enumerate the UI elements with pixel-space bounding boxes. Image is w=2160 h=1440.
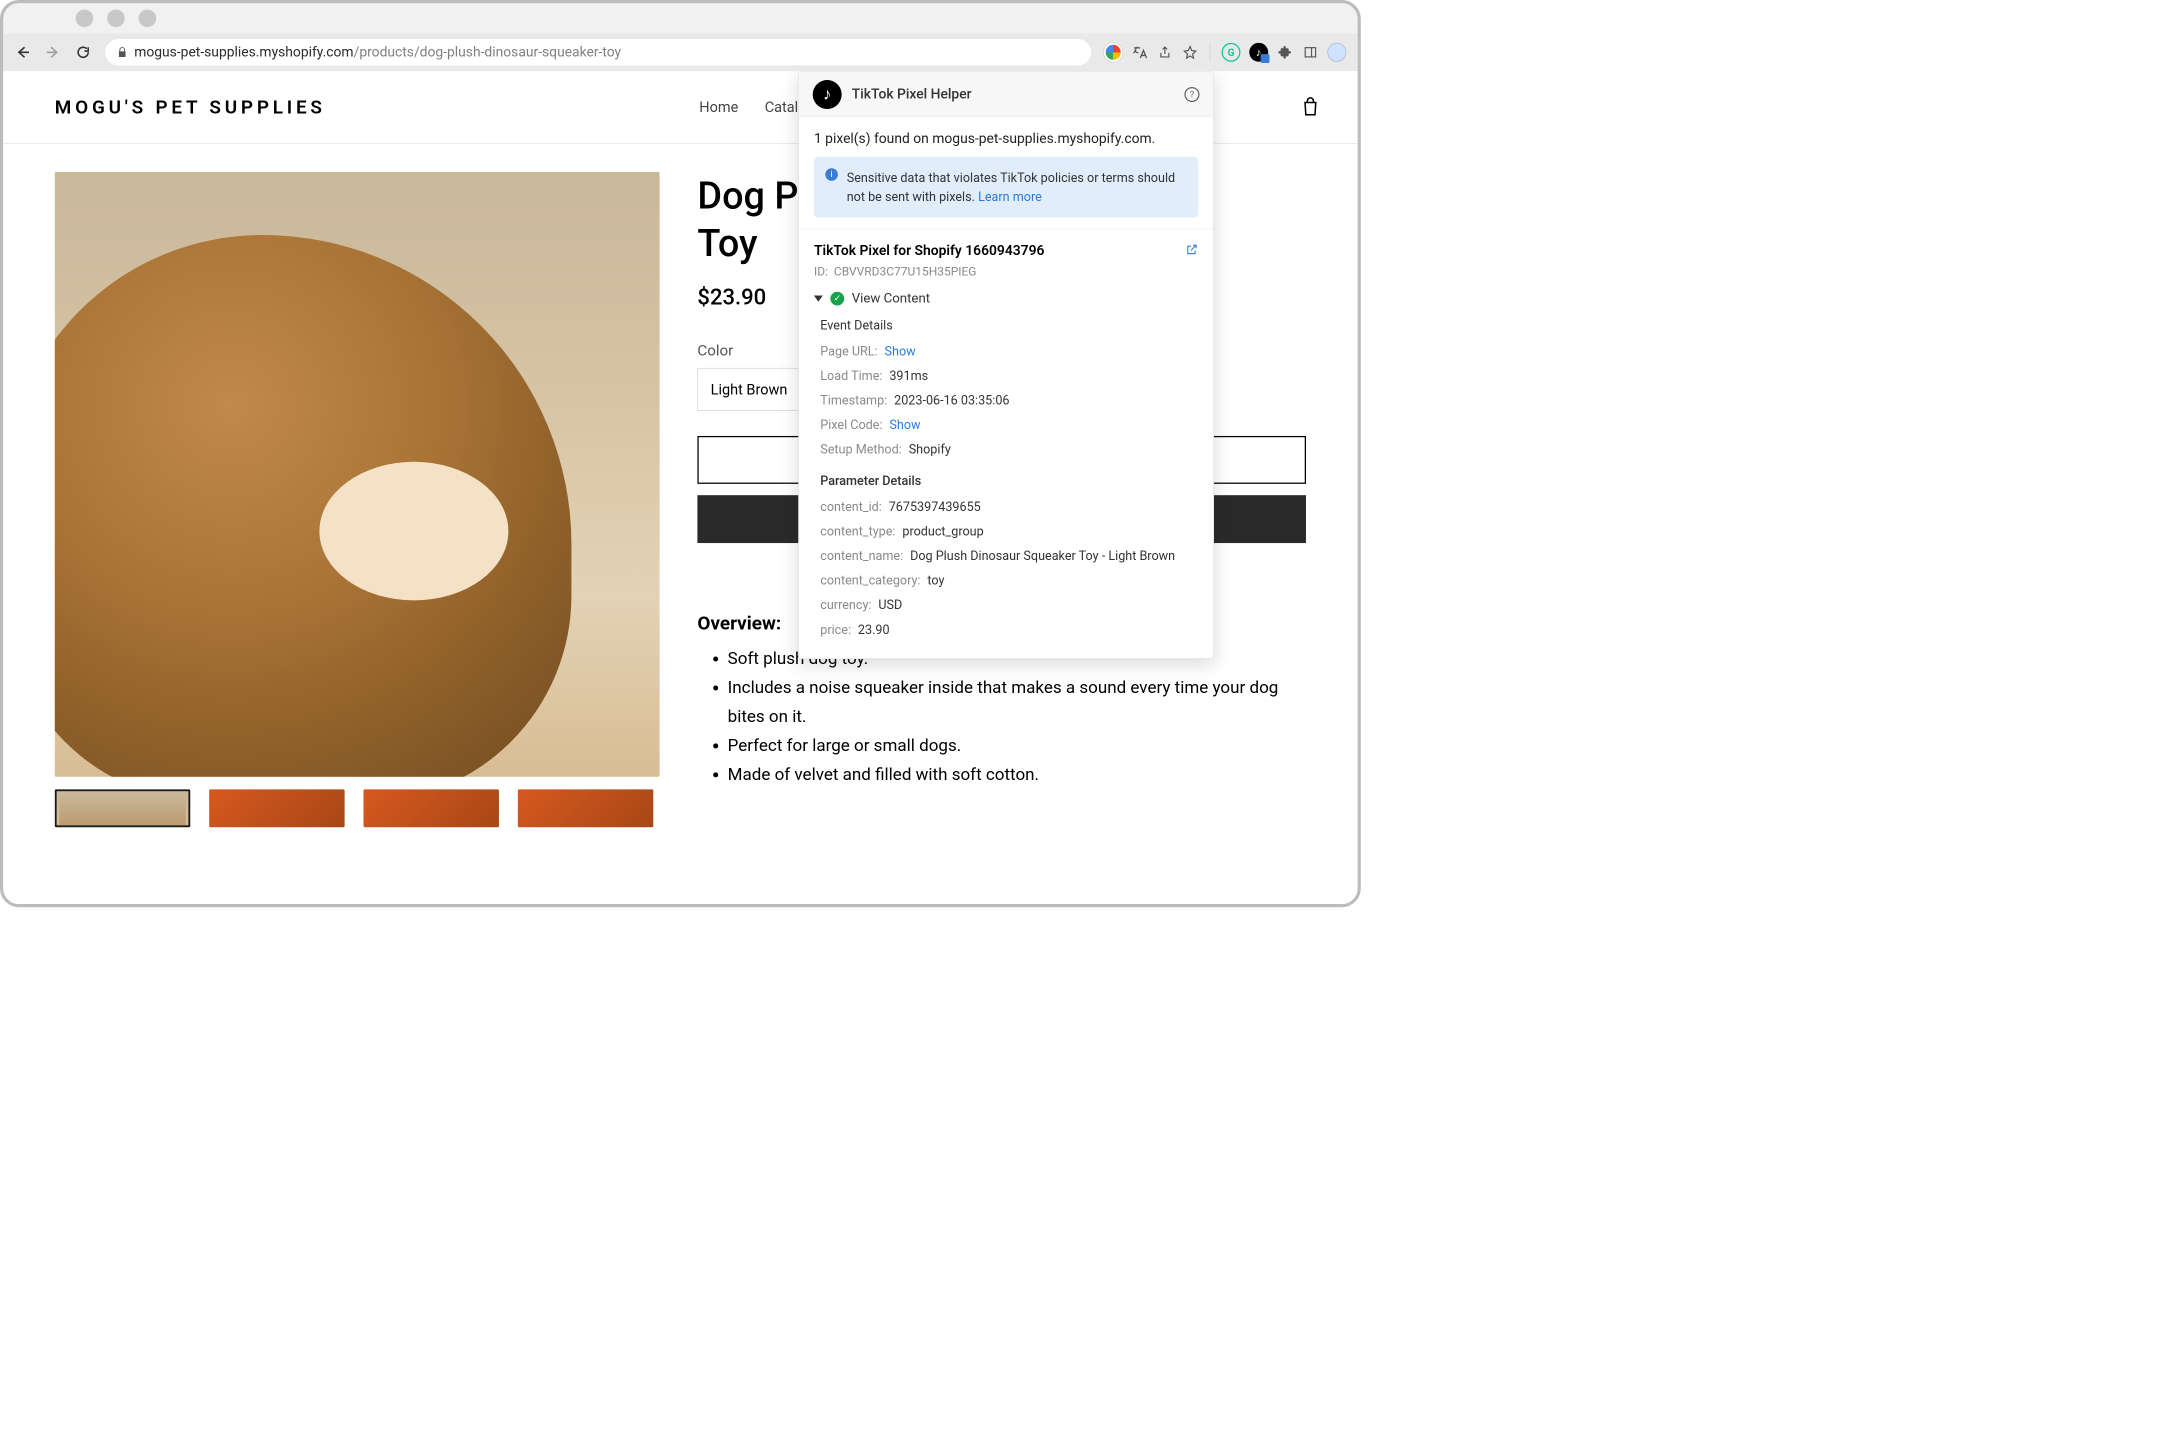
parameter-details: content_id: 7675397439655 content_type: … xyxy=(814,495,1198,642)
overview-item: Includes a noise squeaker inside that ma… xyxy=(728,673,1306,731)
mac-min-dot[interactable] xyxy=(107,9,125,27)
thumbnail-2[interactable] xyxy=(209,789,344,827)
event-row[interactable]: ✓ View Content xyxy=(814,291,1198,306)
lock-icon xyxy=(117,47,128,58)
sensitive-data-notice: i Sensitive data that violates TikTok po… xyxy=(814,157,1198,217)
parameter-details-heading: Parameter Details xyxy=(820,473,1198,488)
reload-button[interactable] xyxy=(75,44,91,60)
pixels-found-text: 1 pixel(s) found on mogus-pet-supplies.m… xyxy=(799,117,1214,157)
help-icon[interactable]: ? xyxy=(1184,87,1199,102)
event-details-heading: Event Details xyxy=(820,318,1198,333)
event-details: Page URL: Show Load Time: 391ms Timestam… xyxy=(814,339,1198,462)
mac-close-dot[interactable] xyxy=(76,9,94,27)
product-thumbnails xyxy=(55,789,660,827)
cart-icon[interactable] xyxy=(1301,96,1320,117)
success-check-icon: ✓ xyxy=(830,292,844,306)
browser-toolbar: mogus-pet-supplies.myshopify.com/product… xyxy=(3,33,1358,71)
translate-icon[interactable] xyxy=(1131,44,1147,60)
share-icon[interactable] xyxy=(1157,44,1173,60)
tiktok-pixel-ext-icon[interactable]: ♪ xyxy=(1249,43,1268,62)
tiktok-logo-icon: ♪ xyxy=(813,80,842,109)
google-ext-icon[interactable] xyxy=(1104,43,1123,62)
overview-item: Made of velvet and filled with soft cott… xyxy=(728,760,1306,789)
grammarly-ext-icon[interactable]: G xyxy=(1222,43,1241,62)
learn-more-link[interactable]: Learn more xyxy=(978,189,1042,204)
overview-item: Perfect for large or small dogs. xyxy=(728,731,1306,760)
forward-button[interactable] xyxy=(45,44,61,60)
thumbnail-3[interactable] xyxy=(364,789,499,827)
caret-down-icon xyxy=(814,295,823,301)
product-gallery xyxy=(55,172,660,827)
browser-window: mogus-pet-supplies.myshopify.com/product… xyxy=(0,0,1361,907)
back-button[interactable] xyxy=(14,44,30,60)
pixel-id: ID: CBVVRD3C77U15H35PIEG xyxy=(814,264,1198,278)
extensions-icon[interactable] xyxy=(1277,44,1293,60)
thumbnail-4[interactable] xyxy=(518,789,653,827)
product-main-image[interactable] xyxy=(55,172,660,777)
tiktok-pixel-popup: ♪ TikTok Pixel Helper ? 1 pixel(s) found… xyxy=(798,71,1214,659)
url-host: mogus-pet-supplies.myshopify.com xyxy=(134,44,353,60)
profile-avatar[interactable] xyxy=(1327,43,1346,62)
page-url-show[interactable]: Show xyxy=(885,343,916,358)
url-bar[interactable]: mogus-pet-supplies.myshopify.com/product… xyxy=(105,39,1091,65)
store-name[interactable]: MOGU'S PET SUPPLIES xyxy=(55,96,326,118)
popup-title: TikTok Pixel Helper xyxy=(852,86,972,102)
thumbnail-1[interactable] xyxy=(55,789,190,827)
url-path: /products/dog-plush-dinosaur-squeaker-to… xyxy=(354,44,622,60)
nav-home[interactable]: Home xyxy=(699,99,738,116)
mac-max-dot[interactable] xyxy=(139,9,157,27)
side-panel-icon[interactable] xyxy=(1302,44,1318,60)
color-value: Light Brown xyxy=(711,381,788,398)
event-name: View Content xyxy=(852,291,930,306)
star-icon[interactable] xyxy=(1182,44,1198,60)
page-content: MOGU'S PET SUPPLIES Home Catalog xyxy=(3,71,1358,904)
pixel-section: TikTok Pixel for Shopify 1660943796 ID: … xyxy=(799,229,1214,659)
popup-header: ♪ TikTok Pixel Helper ? xyxy=(799,72,1214,117)
pixel-name: TikTok Pixel for Shopify 1660943796 xyxy=(814,243,1198,259)
info-icon: i xyxy=(825,168,838,181)
window-titlebar xyxy=(3,3,1358,33)
pixel-code-show[interactable]: Show xyxy=(889,417,920,432)
open-external-icon[interactable] xyxy=(1186,243,1199,256)
